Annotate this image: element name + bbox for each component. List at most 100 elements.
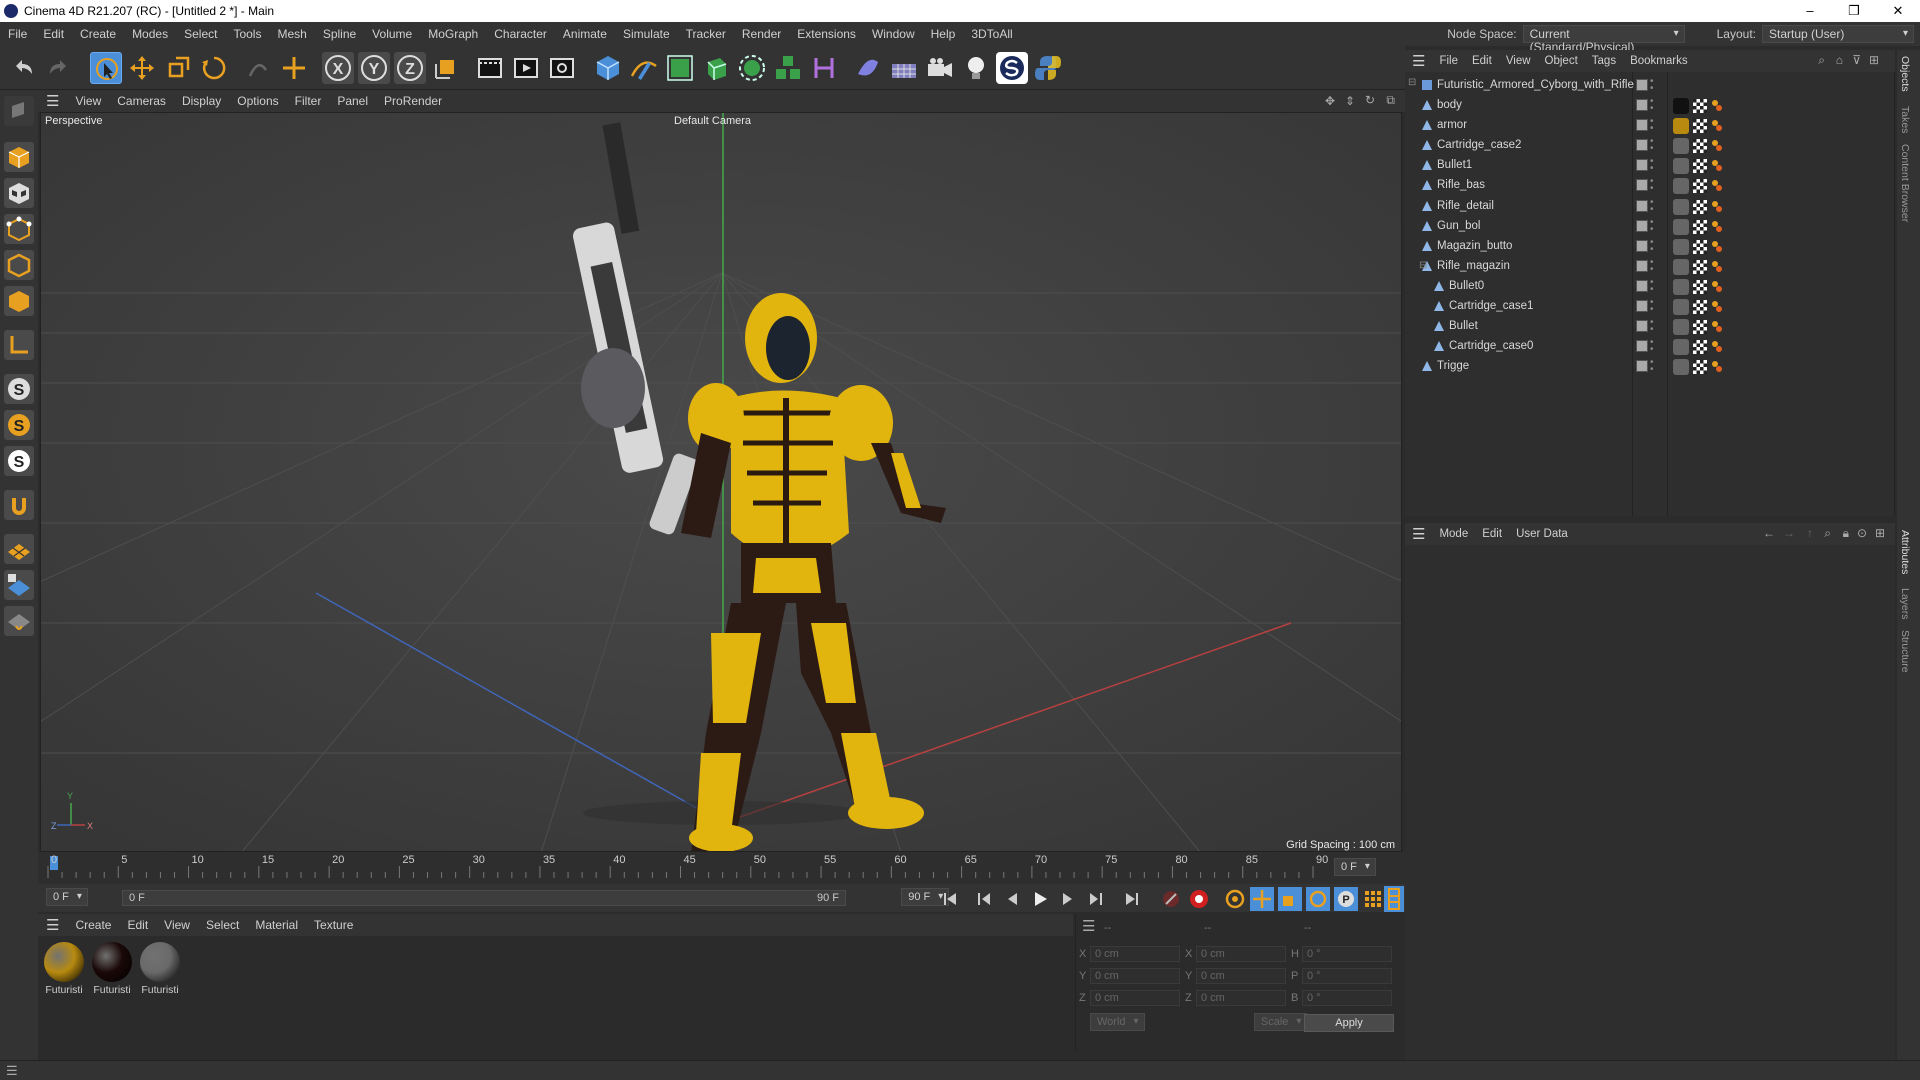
material-tag-icon[interactable] — [1673, 238, 1689, 255]
object-home-icon[interactable]: ⌂ — [1836, 53, 1843, 67]
attributes-menu-user-data[interactable]: User Data — [1509, 528, 1575, 540]
create-object-icon[interactable] — [278, 52, 310, 84]
workplane-button[interactable] — [4, 534, 34, 564]
pos-y-field[interactable]: 0 cm — [1090, 968, 1180, 984]
go-to-end-icon[interactable] — [1122, 889, 1142, 909]
visibility-toggle[interactable] — [1636, 300, 1648, 312]
viewport-hamburger-icon[interactable]: ☰ — [38, 92, 67, 110]
visibility-toggle[interactable] — [1636, 99, 1648, 111]
scale-icon[interactable] — [162, 52, 194, 84]
object-menu-view[interactable]: View — [1499, 55, 1538, 67]
object-row[interactable]: Gun_bol • • — [1405, 217, 1895, 237]
key-parameter-button[interactable]: P — [1334, 887, 1358, 911]
attributes-new-view-icon[interactable]: ⊞ — [1875, 526, 1885, 540]
polygons-mode-button[interactable] — [4, 286, 34, 316]
lock-icon[interactable]: 🔒︎ — [1843, 526, 1849, 541]
render-visibility-dots[interactable]: • • — [1650, 77, 1654, 94]
size-x-field[interactable]: 0 cm — [1196, 946, 1286, 962]
live-selection-button[interactable] — [90, 52, 122, 84]
object-menu-bookmarks[interactable]: Bookmarks — [1623, 55, 1695, 67]
uvw-tag-icon[interactable] — [1693, 340, 1707, 355]
phong-tag-icon[interactable] — [1711, 200, 1723, 213]
menu-simulate[interactable]: Simulate — [615, 27, 678, 41]
menu-character[interactable]: Character — [486, 27, 555, 41]
visibility-toggle[interactable] — [1636, 259, 1648, 272]
object-new-view-icon[interactable]: ⊞ — [1869, 53, 1879, 67]
material-menu-texture[interactable]: Texture — [306, 918, 361, 932]
visibility-toggle[interactable] — [1636, 119, 1648, 132]
material-menu-create[interactable]: Create — [67, 918, 119, 932]
material-tag-icon[interactable] — [1673, 359, 1689, 376]
uvw-tag-icon[interactable] — [1693, 259, 1707, 274]
settings-icon[interactable]: ⊙ — [1857, 526, 1867, 540]
phong-tag-icon[interactable] — [1711, 159, 1723, 172]
visibility-toggle[interactable] — [1636, 219, 1648, 232]
layout-dropdown[interactable]: Startup (User) — [1762, 25, 1914, 43]
render-visibility-dots[interactable]: • • — [1650, 237, 1654, 254]
current-frame-field[interactable]: 0 F — [1334, 858, 1376, 876]
axis-y-lock-button[interactable]: Y — [358, 52, 390, 84]
plugin-s-button[interactable] — [996, 52, 1028, 84]
mograph-cubes-icon[interactable] — [772, 52, 804, 84]
render-visibility-dots[interactable]: • • — [1650, 197, 1654, 214]
object-row[interactable]: Bullet0 • • — [1405, 277, 1895, 297]
status-menu-icon[interactable]: ☰ — [6, 1063, 18, 1079]
viewport-rotate-icon[interactable]: ↻ — [1365, 93, 1375, 107]
uvw-tag-icon[interactable] — [1693, 239, 1707, 254]
menu-mesh[interactable]: Mesh — [269, 27, 314, 41]
object-row[interactable]: Trigge • • — [1405, 357, 1895, 377]
planar-workplane-button[interactable] — [4, 606, 34, 636]
uvw-tag-icon[interactable] — [1693, 300, 1707, 314]
menu-extensions[interactable]: Extensions — [789, 27, 864, 41]
material-tag-icon[interactable] — [1673, 339, 1689, 356]
tab-layers[interactable]: Layers — [1899, 588, 1911, 620]
uvw-tag-icon[interactable] — [1693, 119, 1707, 134]
previous-key-icon[interactable] — [974, 889, 994, 909]
material-tag-icon[interactable] — [1673, 178, 1689, 195]
pos-z-field[interactable]: 0 cm — [1090, 990, 1180, 1006]
object-menu-file[interactable]: File — [1432, 55, 1465, 67]
material-tag-icon[interactable] — [1673, 278, 1689, 295]
viewport-menu-view[interactable]: View — [67, 94, 109, 108]
render-visibility-dots[interactable]: • • — [1650, 277, 1654, 294]
phong-tag-icon[interactable] — [1711, 139, 1723, 152]
phong-tag-icon[interactable] — [1711, 260, 1723, 273]
tab-structure[interactable]: Structure — [1899, 630, 1911, 673]
visibility-toggle[interactable] — [1636, 199, 1648, 212]
visibility-toggle[interactable] — [1636, 360, 1648, 373]
visibility-toggle[interactable] — [1636, 320, 1648, 333]
render-settings-icon[interactable] — [546, 52, 578, 84]
uvw-tag-icon[interactable] — [1693, 360, 1707, 375]
menu-help[interactable]: Help — [923, 27, 964, 41]
attributes-menu-edit[interactable]: Edit — [1475, 528, 1509, 540]
snap-s2-button[interactable]: S — [4, 410, 34, 440]
phong-tag-icon[interactable] — [1711, 340, 1723, 353]
visibility-toggle[interactable] — [1636, 179, 1648, 192]
phong-tag-icon[interactable] — [1711, 179, 1723, 192]
cloner-icon[interactable] — [736, 52, 768, 84]
recent-tools-icon[interactable] — [242, 52, 274, 84]
node-space-dropdown[interactable]: Current (Standard/Physical) — [1522, 25, 1685, 54]
pen-spline-icon[interactable] — [628, 52, 660, 84]
material-tag-icon[interactable] — [1673, 218, 1689, 235]
redo-icon[interactable] — [42, 52, 74, 84]
material-tag-icon[interactable] — [1673, 258, 1689, 275]
visibility-toggle[interactable] — [1636, 239, 1648, 252]
floor-icon[interactable] — [888, 52, 920, 84]
active-camera-label[interactable]: Default Camera — [674, 115, 751, 127]
material-swatch[interactable]: Futuristi — [90, 942, 134, 998]
object-row[interactable]: Cartridge_case2 • • — [1405, 136, 1895, 156]
rot-h-field[interactable]: 0 ° — [1302, 946, 1392, 962]
tab-attributes[interactable]: Attributes — [1899, 530, 1911, 574]
object-search-icon[interactable]: ⌕ — [1818, 53, 1825, 68]
phong-tag-icon[interactable] — [1711, 240, 1723, 253]
key-scale-button[interactable] — [1278, 887, 1302, 911]
timeline-ruler[interactable]: 0 5 10 15 20 25 30 35 40 45 50 55 60 65 70 75 80 85 90 0 F — [38, 852, 1405, 884]
render-visibility-dots[interactable]: • • — [1650, 117, 1654, 134]
texture-mode-button[interactable] — [4, 178, 34, 208]
snap-s1-button[interactable]: S — [4, 374, 34, 404]
key-rotation-button[interactable] — [1306, 887, 1330, 911]
render-visibility-dots[interactable]: • • — [1650, 358, 1654, 375]
attributes-search-icon[interactable]: ⌕ — [1824, 526, 1831, 541]
object-row[interactable]: body • • — [1405, 96, 1895, 116]
